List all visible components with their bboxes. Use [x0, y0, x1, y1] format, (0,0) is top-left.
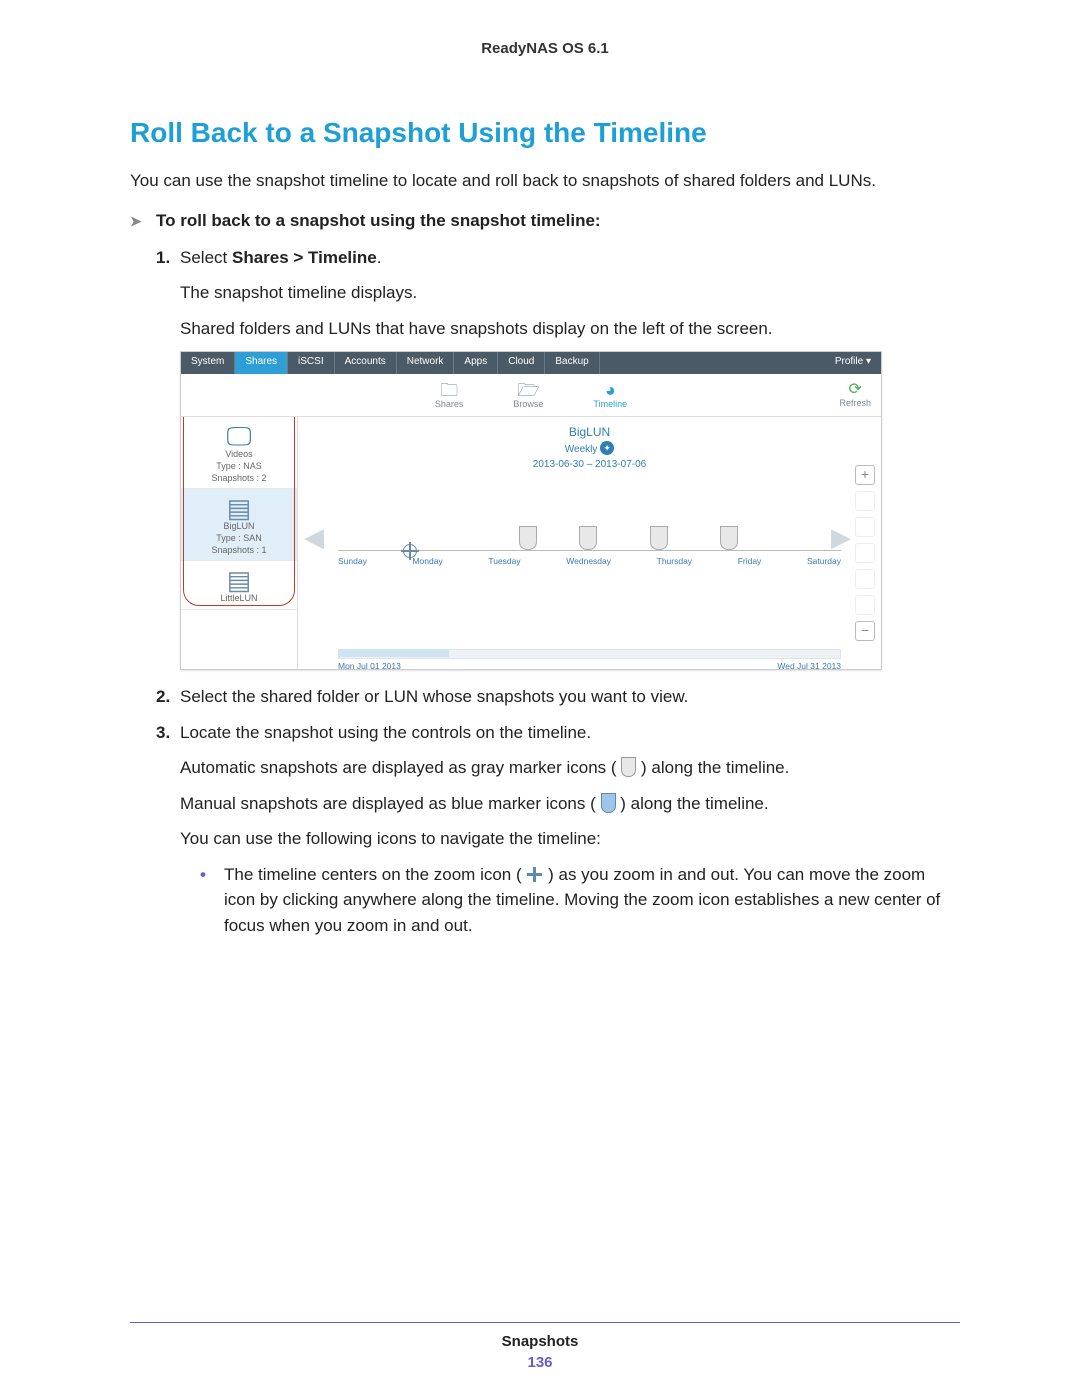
toolbar-browse-label: Browse: [513, 399, 543, 409]
footer-rule: [130, 1322, 960, 1323]
step-1: 1. Select Shares > Timeline.: [156, 245, 960, 271]
refresh-label: Refresh: [839, 398, 871, 408]
tab-backup[interactable]: Backup: [545, 352, 599, 374]
tab-apps[interactable]: Apps: [454, 352, 498, 374]
day-label: Tuesday: [488, 556, 520, 566]
scrub-start-label: Mon Jul 01 2013: [338, 661, 401, 671]
step-number: 1.: [156, 245, 180, 271]
bullet-icon: •: [200, 862, 224, 939]
page-number: 136: [0, 1354, 1080, 1371]
tab-network[interactable]: Network: [397, 352, 455, 374]
step1-path: Shares > Timeline: [232, 248, 377, 267]
step1-text-a: Select: [180, 248, 232, 267]
blue-marker-icon: [601, 793, 616, 813]
step1-sub2: Shared folders and LUNs that have snapsh…: [180, 316, 960, 342]
zoom-badge-icon: ✦: [600, 441, 614, 455]
app-screenshot: System Shares iSCSI Accounts Network App…: [180, 351, 882, 670]
tab-accounts[interactable]: Accounts: [335, 352, 397, 374]
tab-shares[interactable]: Shares: [235, 352, 288, 374]
tab-cloud[interactable]: Cloud: [498, 352, 545, 374]
snapshot-marker[interactable]: [519, 526, 537, 550]
day-labels: Sunday Monday Tuesday Wednesday Thursday…: [338, 556, 841, 566]
day-label: Monday: [412, 556, 442, 566]
step2-text: Select the shared folder or LUN whose sn…: [180, 684, 960, 710]
timeline-header: BigLUN Weekly ✦ 2013-06-30 – 2013-07-06: [298, 417, 881, 480]
step-3: 3. Locate the snapshot using the control…: [156, 720, 960, 746]
card3-name: LittleLUN: [181, 593, 297, 605]
timeline-panel: BigLUN Weekly ✦ 2013-06-30 – 2013-07-06 …: [298, 417, 881, 669]
toolbar: 🗀 Shares 🗁 Browse ◕ Timeline ⟳ Refresh: [181, 374, 881, 417]
section-title: Roll Back to a Snapshot Using the Timeli…: [130, 117, 960, 149]
card2-type: Type : SAN: [181, 533, 297, 545]
tab-iscsi[interactable]: iSCSI: [288, 352, 335, 374]
step-2: 2. Select the shared folder or LUN whose…: [156, 684, 960, 710]
step1-text-c: .: [377, 248, 382, 267]
day-label: Friday: [738, 556, 762, 566]
text: The timeline centers on the zoom icon (: [224, 865, 522, 884]
intro-text: You can use the snapshot timeline to loc…: [130, 169, 960, 193]
gray-marker-icon: [621, 757, 636, 777]
share-card-biglun[interactable]: ▤ BigLUN Type : SAN Snapshots : 1: [181, 489, 297, 561]
day-label: Wednesday: [566, 556, 611, 566]
toolbar-shares-label: Shares: [435, 399, 464, 409]
share-list: 🖵 Videos Type : NAS Snapshots : 2 ▤ BigL…: [181, 417, 298, 669]
timeline-title: BigLUN: [298, 423, 881, 441]
card1-snaps: Snapshots : 2: [181, 473, 297, 485]
step1-sub1: The snapshot timeline displays.: [180, 280, 960, 306]
nav-tabs: System Shares iSCSI Accounts Network App…: [181, 352, 881, 374]
refresh-icon: ⟳: [839, 382, 871, 398]
snapshot-marker[interactable]: [579, 526, 597, 550]
share-card-videos[interactable]: 🖵 Videos Type : NAS Snapshots : 2: [181, 417, 297, 489]
card2-snaps: Snapshots : 1: [181, 545, 297, 557]
scrub-end-label: Wed Jul 31 2013: [777, 661, 841, 671]
chevron-left-icon[interactable]: ◀: [304, 522, 324, 553]
day-label: Sunday: [338, 556, 367, 566]
refresh-button[interactable]: ⟳ Refresh: [839, 382, 871, 408]
step-number: 2.: [156, 684, 180, 710]
scrub-bar[interactable]: Mon Jul 01 2013 Wed Jul 31 2013: [338, 649, 841, 669]
footer-section-label: Snapshots: [0, 1333, 1080, 1350]
disk-icon: ▤: [181, 567, 297, 593]
toolbar-timeline-label: Timeline: [593, 399, 627, 409]
clock-icon: ◕: [593, 381, 627, 399]
monitor-icon: 🖵: [181, 423, 297, 449]
page-footer: Snapshots 136: [0, 1322, 1080, 1371]
toolbar-browse[interactable]: 🗁 Browse: [513, 381, 543, 409]
text: ) along the timeline.: [620, 794, 768, 813]
disk-icon: ▤: [181, 495, 297, 521]
card1-name: Videos: [181, 449, 297, 461]
step3-sub3: You can use the following icons to navig…: [180, 826, 960, 852]
text: Manual snapshots are displayed as blue m…: [180, 794, 596, 813]
folder-icon: 🗀: [435, 381, 464, 399]
timeline-range-label: Weekly: [565, 444, 598, 455]
text: ) along the timeline.: [641, 758, 789, 777]
toolbar-timeline[interactable]: ◕ Timeline: [593, 381, 627, 409]
step3-sub1: Automatic snapshots are displayed as gra…: [180, 755, 960, 781]
timeline-area[interactable]: ◀ ▶ Sunday Monday Tuesday Wednes: [298, 480, 881, 639]
text: Automatic snapshots are displayed as gra…: [180, 758, 617, 777]
tab-system[interactable]: System: [181, 352, 235, 374]
snapshot-marker[interactable]: [720, 526, 738, 550]
step-number: 3.: [156, 720, 180, 746]
profile-menu[interactable]: Profile ▾: [825, 352, 881, 374]
toolbar-shares[interactable]: 🗀 Shares: [435, 381, 464, 409]
scrub-fill: [338, 649, 449, 657]
card2-name: BigLUN: [181, 521, 297, 533]
zoom-icon: [526, 866, 543, 883]
card1-type: Type : NAS: [181, 461, 297, 473]
step3-text: Locate the snapshot using the controls o…: [180, 720, 960, 746]
share-card-littlelun[interactable]: ▤ LittleLUN: [181, 561, 297, 610]
header-product: ReadyNAS OS 6.1: [130, 40, 960, 57]
procedure-heading: To roll back to a snapshot using the sna…: [130, 211, 960, 231]
browse-icon: 🗁: [513, 381, 543, 399]
step3-sub2: Manual snapshots are displayed as blue m…: [180, 791, 960, 817]
bullet-1: • The timeline centers on the zoom icon …: [200, 862, 960, 939]
day-label: Thursday: [657, 556, 692, 566]
timeline-range: 2013-06-30 – 2013-07-06: [298, 457, 881, 472]
snapshot-marker[interactable]: [650, 526, 668, 550]
day-label: Saturday: [807, 556, 841, 566]
